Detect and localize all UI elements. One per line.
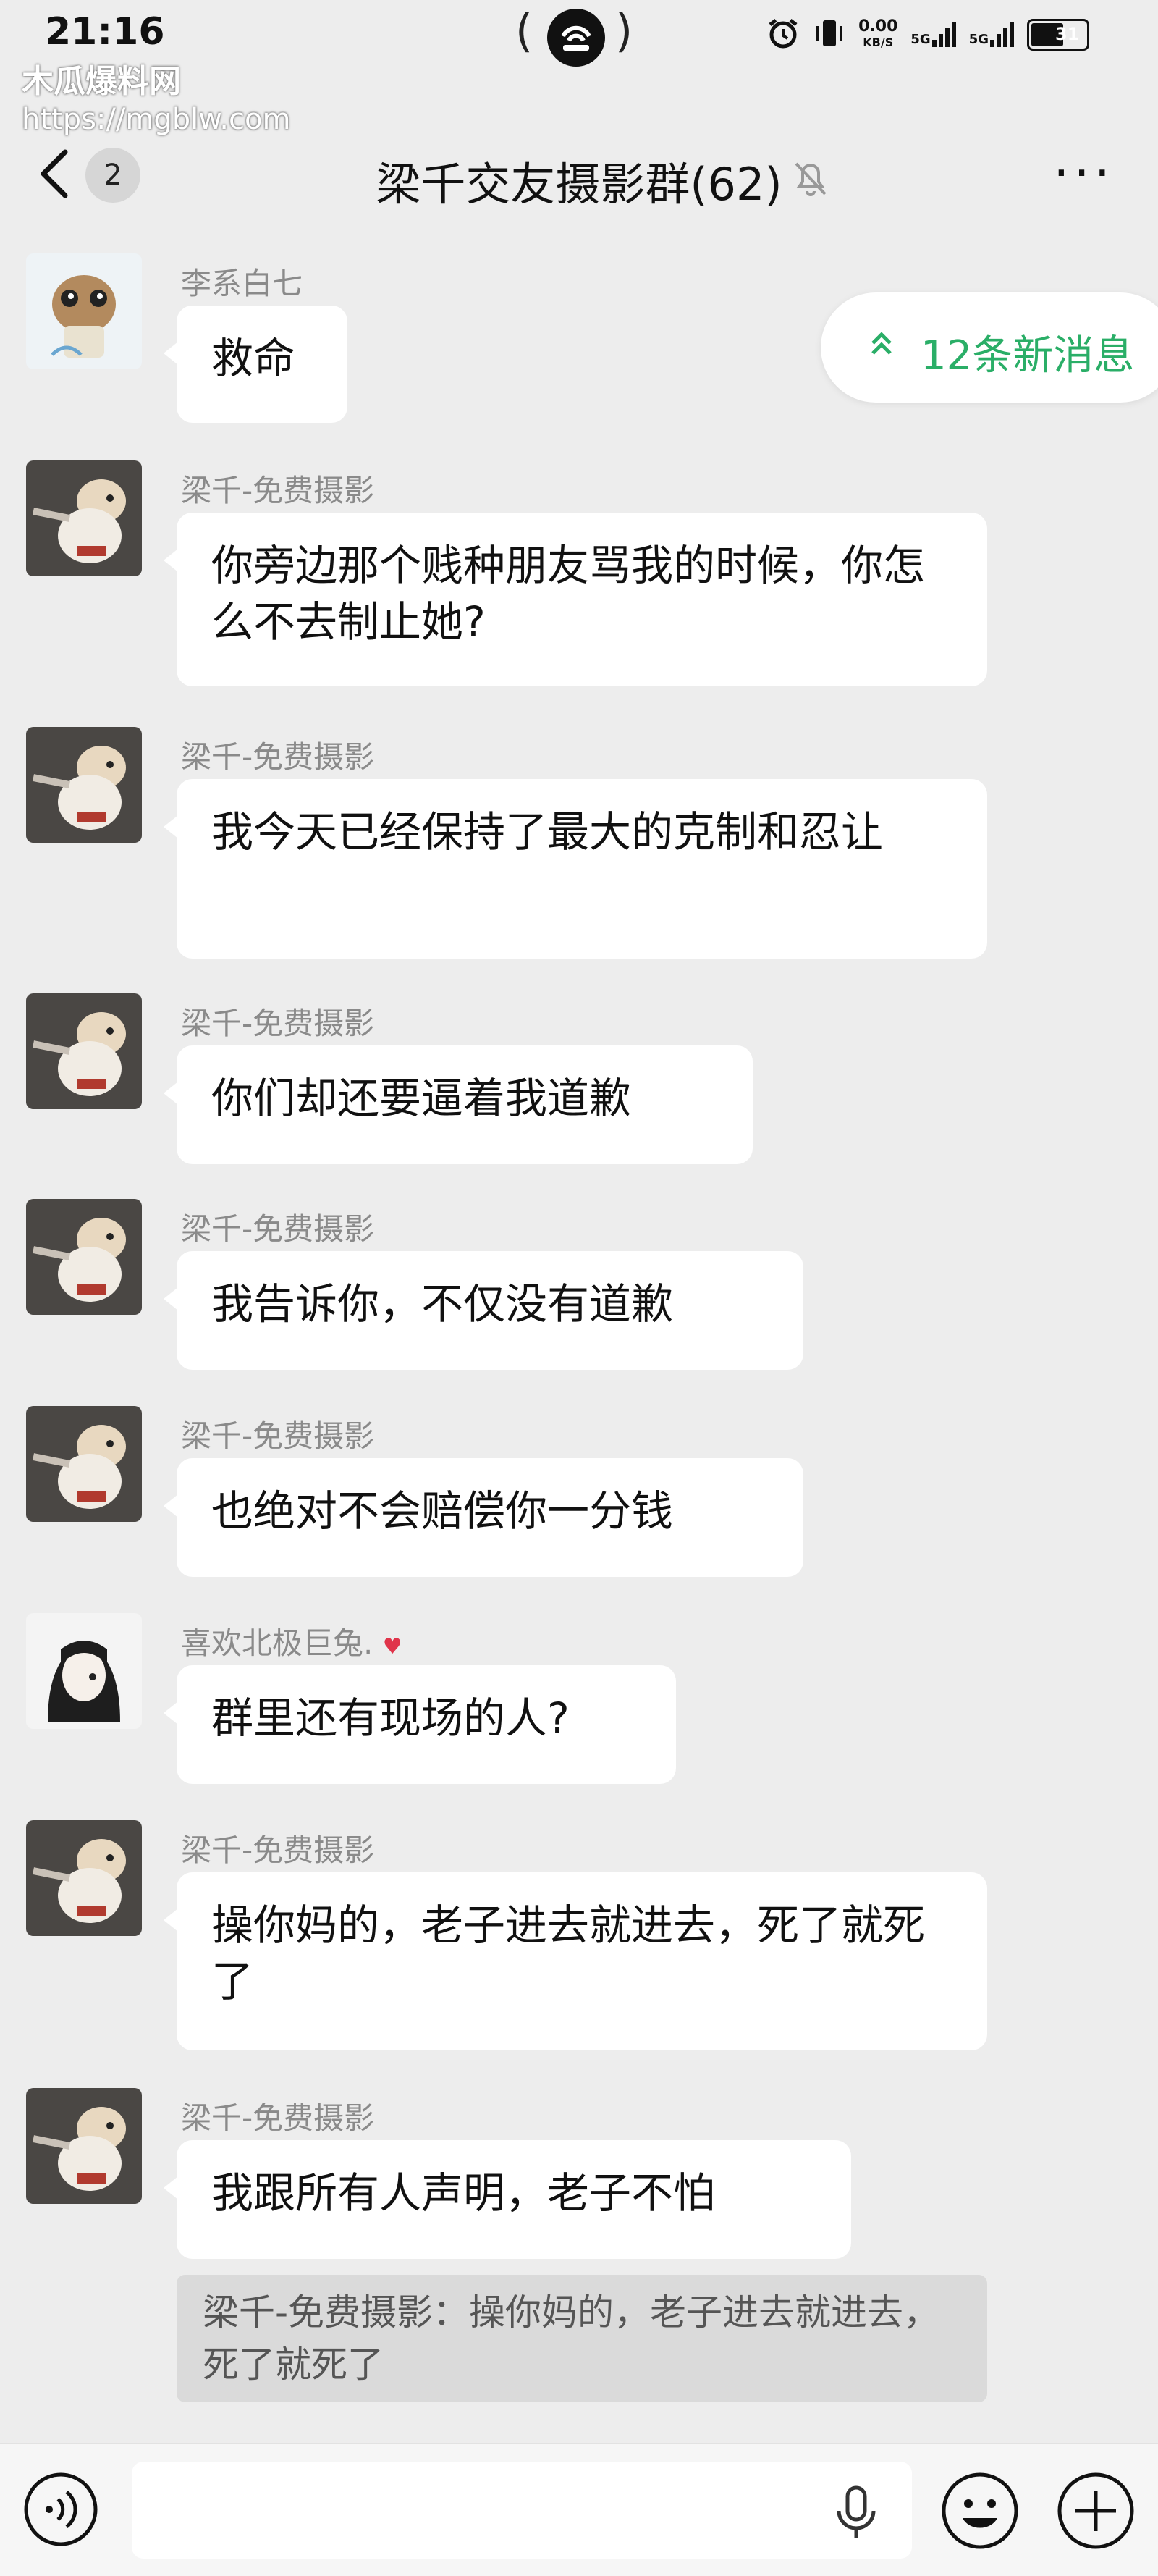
sender-name: 梁千-免费摄影 [181,2100,375,2136]
avatar[interactable] [26,993,142,1109]
sender-name: 梁千-免费摄影 [181,1006,375,1041]
avatar[interactable] [26,727,142,843]
status-bar: 21:16 ( ) 0.00 KB/S 5G 5G 31 [0,0,1158,72]
voice-icon [24,2472,98,2546]
sender-name: 李系白七 [181,266,303,301]
status-center-indicator: ( ) [515,4,638,67]
avatar[interactable] [26,2088,142,2204]
signal-sim1: 5G [910,22,956,47]
avatar[interactable] [26,1820,142,1936]
double-chevron-up-icon [868,330,895,366]
avatar[interactable] [26,1406,142,1522]
mute-bell-icon [790,156,831,200]
input-bar [0,2443,1158,2576]
vibrate-icon [813,16,845,54]
hotspot-icon [547,9,605,67]
sender-name: 梁千-免费摄影 [181,1418,375,1454]
message-input[interactable] [132,2462,912,2559]
sender-name: 梁千-免费摄影 [181,1832,375,1868]
quoted-message[interactable]: 梁千-免费摄影：操你妈的，老子进去就进去，死了就死了 [177,2275,987,2402]
net-speed: 0.00 KB/S [858,17,898,50]
smiley-icon [942,2472,1018,2549]
message-bubble[interactable]: 我告诉你，不仅没有道歉 [164,1251,803,1370]
chat-header: 2 梁千交友摄影群(62) ··· [0,123,1158,232]
message-bubble[interactable]: 你旁边那个贱种朋友骂我的时候，你怎么不去制止她? [164,513,987,686]
voice-input-button[interactable] [22,2470,100,2548]
sender-name: 喜欢北极巨兔. ♥ [181,1625,402,1661]
signal-sim2: 5G [969,22,1014,47]
message-bubble[interactable]: 也绝对不会赔偿你一分钱 [164,1458,803,1577]
sender-name: 梁千-免费摄影 [181,473,375,508]
more-actions-button[interactable] [1055,2470,1136,2551]
message-bubble[interactable]: 操你妈的，老子进去就进去，死了就死了 [164,1872,987,2050]
chat-title: 梁千交友摄影群(62) [376,158,782,211]
plus-icon [1057,2472,1134,2549]
avatar[interactable] [26,253,142,369]
message-bubble[interactable]: 救命 [164,306,347,423]
new-messages-button[interactable]: 12条新消息 [821,292,1158,403]
message-bubble[interactable]: 我跟所有人声明，老子不怕 [164,2140,851,2259]
sender-name: 梁千-免费摄影 [181,739,375,775]
avatar[interactable] [26,1199,142,1315]
message-bubble[interactable]: 群里还有现场的人? [164,1665,676,1784]
heart-icon: ♥ [382,1634,402,1659]
microphone-icon[interactable] [831,2485,882,2543]
status-time: 21:16 [45,10,165,54]
alarm-icon [766,16,800,54]
watermark-name: 木瓜爆料网 [22,63,181,100]
more-options-button[interactable]: ··· [1053,148,1115,198]
message-bubble[interactable]: 我今天已经保持了最大的克制和忍让 [164,779,987,959]
avatar[interactable] [26,1613,142,1729]
sender-name: 梁千-免费摄影 [181,1211,375,1247]
message-bubble[interactable]: 你们却还要逼着我道歉 [164,1045,753,1164]
avatar[interactable] [26,460,142,576]
battery-icon: 31 [1027,19,1089,51]
emoji-button[interactable] [939,2470,1020,2551]
